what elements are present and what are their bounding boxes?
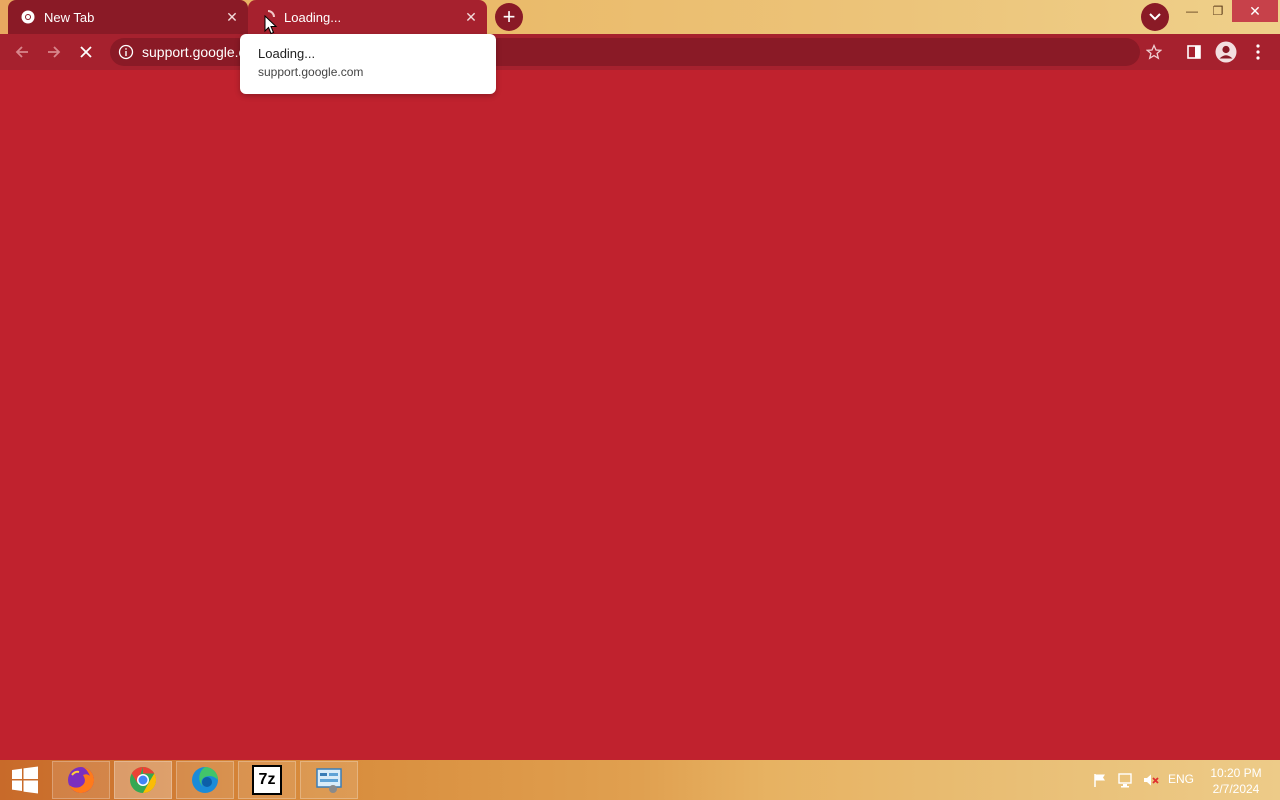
- taskbar-edge[interactable]: [176, 761, 234, 799]
- control-panel-icon: [316, 768, 342, 793]
- close-window-button[interactable]: ✕: [1232, 0, 1278, 22]
- input-language[interactable]: ENG: [1168, 772, 1194, 786]
- forward-button[interactable]: [40, 38, 68, 66]
- clock-time: 10:20 PM: [1210, 766, 1262, 780]
- clock-date: 2/7/2024: [1212, 782, 1260, 796]
- arrow-left-icon: [15, 46, 28, 58]
- star-icon: [1146, 44, 1162, 60]
- edge-icon: [192, 767, 218, 793]
- system-clock[interactable]: 10:20 PM 2/7/2024: [1206, 765, 1266, 797]
- tab-loading[interactable]: Loading... ✕: [248, 0, 487, 34]
- tab-new-tab[interactable]: New Tab ✕: [8, 0, 248, 34]
- flag-icon: [1094, 774, 1105, 787]
- info-icon[interactable]: [118, 44, 134, 60]
- side-panel-button[interactable]: [1180, 38, 1208, 66]
- network-icon: [1118, 773, 1132, 788]
- 7zip-label: 7z: [258, 771, 276, 788]
- page-content: [0, 70, 1280, 760]
- title-bar: New Tab ✕ Loading... ✕ + — ❐ ✕: [0, 0, 1280, 34]
- tray-action-center[interactable]: [1092, 760, 1108, 800]
- arrow-right-icon: [48, 46, 61, 58]
- taskbar-firefox[interactable]: [52, 761, 110, 799]
- start-button[interactable]: [0, 760, 50, 800]
- windows-logo-icon: [12, 766, 38, 794]
- chrome-icon: [130, 766, 157, 794]
- tab-search-button[interactable]: [1141, 3, 1169, 31]
- tray-volume[interactable]: [1142, 760, 1160, 800]
- chevron-down-icon: [1149, 13, 1161, 21]
- menu-button[interactable]: [1244, 38, 1272, 66]
- new-tab-button[interactable]: +: [495, 3, 523, 31]
- taskbar-7zip[interactable]: 7z: [238, 761, 296, 799]
- hover-card-url: support.google.com: [258, 65, 364, 79]
- more-vert-icon: [1256, 44, 1260, 60]
- chrome-icon: [20, 9, 36, 25]
- bookmark-button[interactable]: [1140, 38, 1168, 66]
- stop-loading-button[interactable]: [72, 38, 100, 66]
- taskbar: 7z ENG 10:20 PM 2/7/2024: [0, 760, 1280, 800]
- side-panel-icon: [1187, 45, 1201, 59]
- close-icon: [80, 46, 92, 58]
- avatar-icon: [1215, 41, 1237, 63]
- tray-network[interactable]: [1117, 760, 1135, 800]
- tab-close-icon[interactable]: ✕: [222, 7, 242, 27]
- 7zip-icon: 7z: [252, 765, 282, 795]
- volume-muted-icon: [1144, 774, 1159, 786]
- taskbar-chrome[interactable]: [114, 761, 172, 799]
- tab-close-icon[interactable]: ✕: [461, 7, 481, 27]
- mouse-cursor-icon: [264, 15, 278, 35]
- profile-button[interactable]: [1212, 38, 1240, 66]
- tab-title: New Tab: [44, 9, 95, 25]
- restore-button[interactable]: ❐: [1206, 0, 1230, 22]
- minimize-button[interactable]: —: [1180, 0, 1204, 22]
- firefox-icon: [68, 767, 94, 793]
- tab-title: Loading...: [284, 9, 342, 25]
- taskbar-control-panel[interactable]: [300, 761, 358, 799]
- tab-hover-card: Loading... support.google.com: [240, 34, 496, 94]
- hover-card-title: Loading...: [258, 46, 316, 61]
- back-button[interactable]: [8, 38, 36, 66]
